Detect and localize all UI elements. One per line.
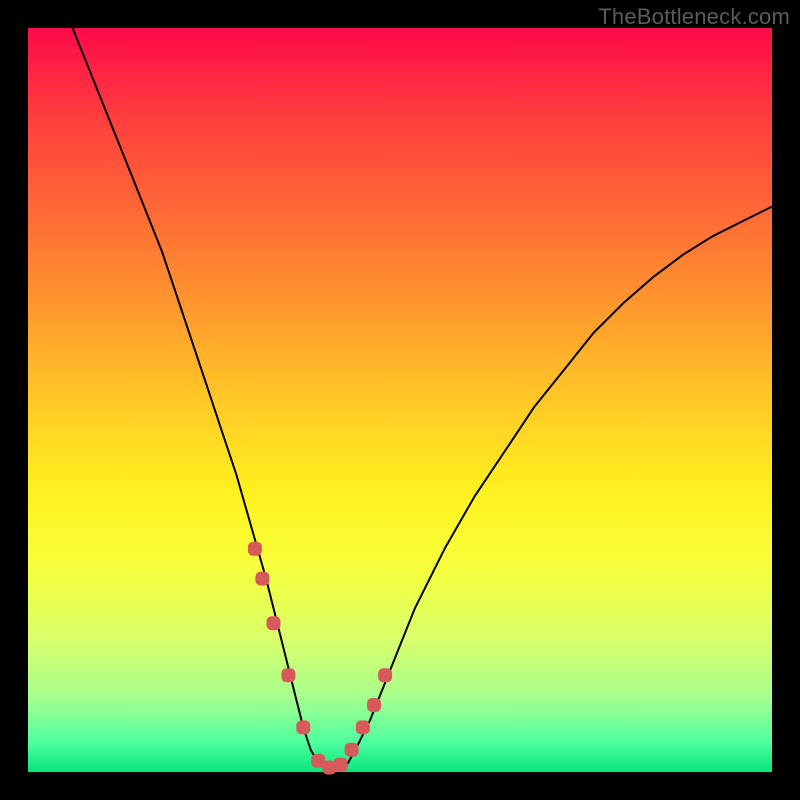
watermark-text: TheBottleneck.com: [598, 4, 790, 30]
highlight-marker: [248, 542, 262, 556]
highlight-marker: [281, 668, 295, 682]
bottleneck-curve-plot: [28, 28, 772, 772]
highlight-marker: [367, 698, 381, 712]
highlight-marker: [267, 616, 281, 630]
highlight-marker: [378, 668, 392, 682]
bottleneck-curve: [73, 28, 772, 769]
highlight-marker: [356, 720, 370, 734]
highlight-marker: [255, 572, 269, 586]
highlight-marker: [345, 743, 359, 757]
highlight-marker: [334, 758, 348, 772]
highlight-markers: [248, 542, 392, 775]
highlight-marker: [296, 720, 310, 734]
chart-area: [28, 28, 772, 772]
